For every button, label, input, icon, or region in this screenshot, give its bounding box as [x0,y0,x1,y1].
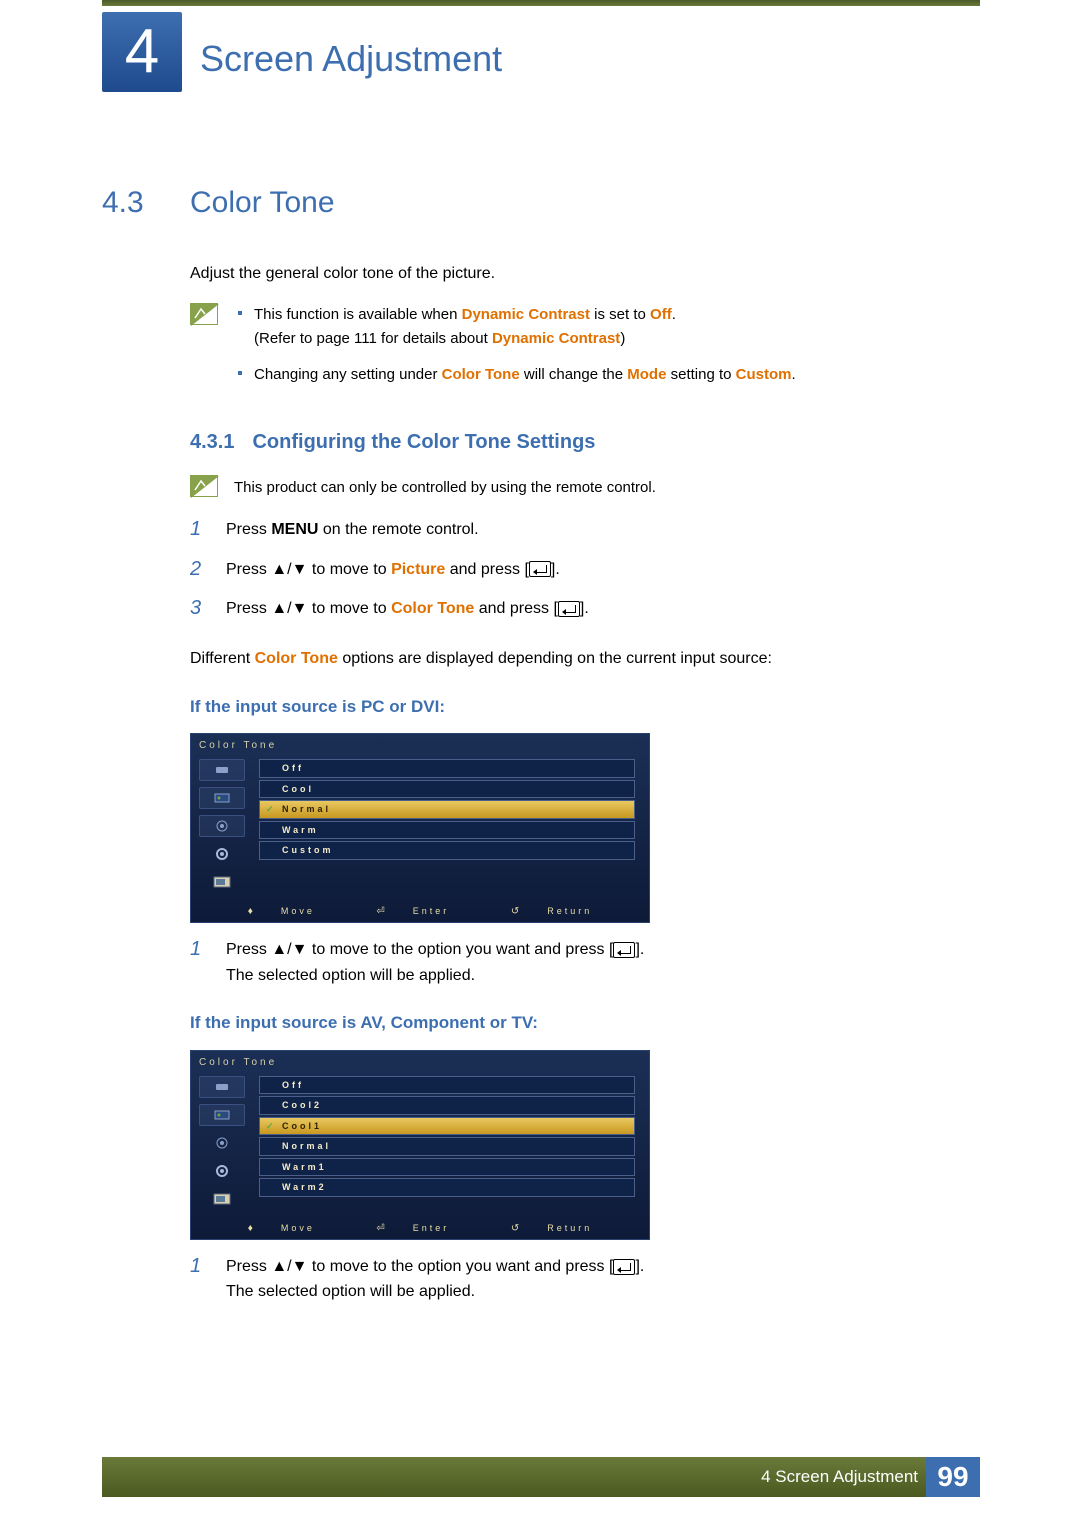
intro-paragraph: Adjust the general color tone of the pic… [190,261,922,287]
options-paragraph: Different Color Tone options are display… [190,646,922,672]
step-number: 1 [190,1254,208,1278]
info-row: This product can only be controlled by u… [190,475,922,500]
check-icon: ✓ [266,803,274,817]
up-down-icon: ▲/▼ [271,1254,307,1280]
up-down-icon: ▲/▼ [271,557,307,583]
osd-side-icon [199,815,245,837]
osd-footer: ♦Move ⏎Enter ↺Return [191,901,649,922]
tv-icon [199,1188,245,1210]
step-2: 2 Press ▲/▼ to move to Picture and press… [190,557,922,583]
osd-option: Off [259,759,635,778]
gear-icon [199,1160,245,1182]
top-accent-bar [102,0,980,6]
enter-icon [613,1259,635,1275]
osd-side-icon [199,1104,245,1126]
note-list: This function is available when Dynamic … [234,303,922,399]
tv-icon [199,871,245,893]
check-icon: ✓ [266,1120,274,1134]
section-title: Color Tone [190,180,335,225]
osd-option: Normal [259,1137,635,1156]
osd-option: Off [259,1076,635,1095]
footer-label: 4 Screen Adjustment [761,1464,918,1490]
osd-side-icon [199,759,245,781]
step-3: 3 Press ▲/▼ to move to Color Tone and pr… [190,596,922,622]
note-item-2: Changing any setting under Color Tone wi… [234,363,922,387]
section-number: 4.3 [102,180,166,225]
page-number: 99 [926,1457,980,1497]
osd-menu-screenshot-av: Color Tone OffCool2 ✓Cool1Normal Warm1Warm… [190,1050,650,1240]
step-number: 3 [190,596,208,620]
osd-option: Warm1 [259,1158,635,1177]
gear-icon [199,843,245,865]
step-number: 1 [190,517,208,541]
content-area: 4.3 Color Tone Adjust the general color … [102,180,922,1319]
osd-option: Warm [259,821,635,840]
chapter-number-box: 4 [102,12,182,92]
step-number: 1 [190,937,208,961]
step-1: 1 Press MENU on the remote control. [190,517,922,543]
subsection-heading: 4.3.1 Configuring the Color Tone Setting… [190,427,922,457]
note-block: This function is available when Dynamic … [190,303,922,399]
osd-sidebar [191,1074,253,1218]
subsection-title: Configuring the Color Tone Settings [252,427,595,457]
substep-av-1: 1 Press ▲/▼ to move to the option you wa… [190,1254,922,1305]
enter-icon [613,942,635,958]
osd-side-icon [199,1132,245,1154]
up-down-icon: ▲/▼ [271,596,307,622]
return-icon: ↺ [511,906,519,917]
page: 4 Screen Adjustment 4.3 Color Tone Adjus… [0,0,1080,1527]
enter-icon: ⏎ [376,1223,384,1234]
note-icon [190,475,218,497]
osd-option: Cool2 [259,1096,635,1115]
return-icon: ↺ [511,1223,519,1234]
substep-pc-1: 1 Press ▲/▼ to move to the option you wa… [190,937,922,988]
enter-icon [529,561,551,577]
osd-menu-screenshot-pc: Color Tone Off Cool✓Normal WarmCustom ♦Mov… [190,733,650,923]
chapter-title: Screen Adjustment [200,32,502,86]
osd-title: Color Tone [191,1051,649,1074]
info-text: This product can only be controlled by u… [234,475,656,500]
osd-option: Cool [259,780,635,799]
osd-side-icon [199,787,245,809]
osd-footer: ♦Move ⏎Enter ↺Return [191,1218,649,1239]
page-footer: 4 Screen Adjustment 99 [102,1457,980,1497]
section-heading: 4.3 Color Tone [102,180,922,225]
step-number: 2 [190,557,208,581]
osd-option: Custom [259,841,635,860]
subsection-number: 4.3.1 [190,427,234,457]
note-icon [190,303,218,325]
osd-sidebar [191,757,253,901]
heading-av: If the input source is AV, Component or … [190,1010,922,1036]
osd-options-list: Off Cool✓Normal WarmCustom [253,757,649,901]
osd-title: Color Tone [191,734,649,757]
osd-side-icon [199,1076,245,1098]
enter-icon [558,601,580,617]
move-icon: ♦ [248,1223,253,1234]
osd-option: ✓Normal [259,800,635,819]
move-icon: ♦ [248,906,253,917]
osd-option: ✓Cool1 [259,1117,635,1136]
osd-options-list: OffCool2 ✓Cool1Normal Warm1Warm2 [253,1074,649,1218]
up-down-icon: ▲/▼ [271,937,307,963]
osd-option: Warm2 [259,1178,635,1197]
heading-pc-dvi: If the input source is PC or DVI: [190,694,922,720]
enter-icon: ⏎ [376,906,384,917]
note-item-1: This function is available when Dynamic … [234,303,922,351]
